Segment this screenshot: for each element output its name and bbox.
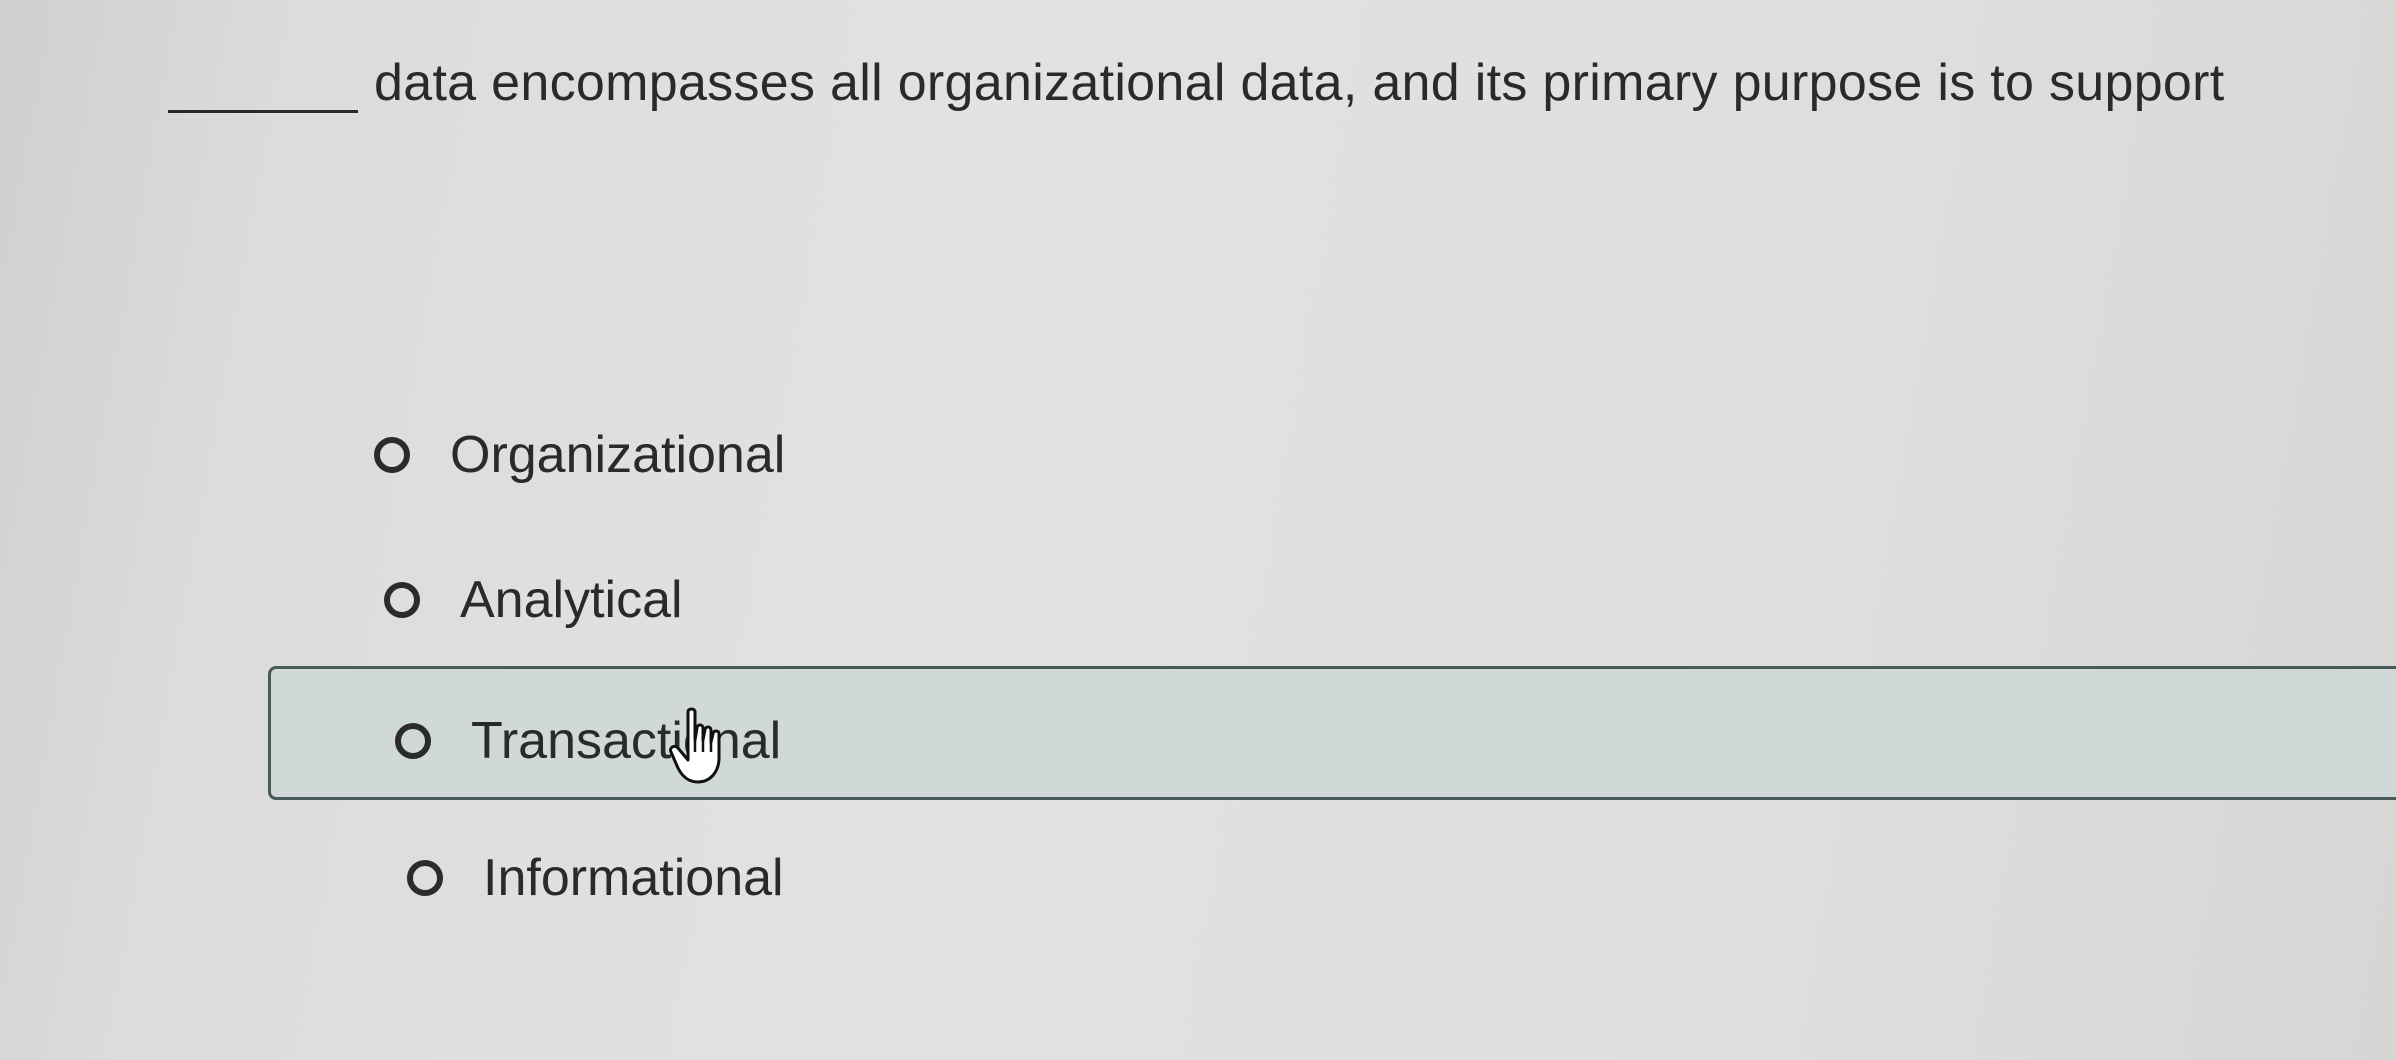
radio-unselected-icon[interactable]	[407, 860, 443, 896]
option-label: Analytical	[460, 571, 683, 629]
question-prompt: data encompasses all organizational data…	[168, 38, 2396, 128]
option-informational[interactable]: Informational	[407, 833, 784, 923]
option-analytical[interactable]: Analytical	[384, 555, 683, 645]
hand-pointer-icon	[669, 707, 721, 784]
radio-unselected-icon[interactable]	[395, 723, 431, 759]
radio-unselected-icon[interactable]	[374, 437, 410, 473]
option-label: Organizational	[450, 426, 786, 484]
option-label: Transactional	[471, 712, 782, 770]
option-label: Informational	[483, 849, 784, 907]
answer-blank	[168, 54, 358, 113]
radio-unselected-icon[interactable]	[384, 582, 420, 618]
option-organizational[interactable]: Organizational	[374, 410, 785, 500]
question-text: data encompasses all organizational data…	[374, 54, 2225, 112]
